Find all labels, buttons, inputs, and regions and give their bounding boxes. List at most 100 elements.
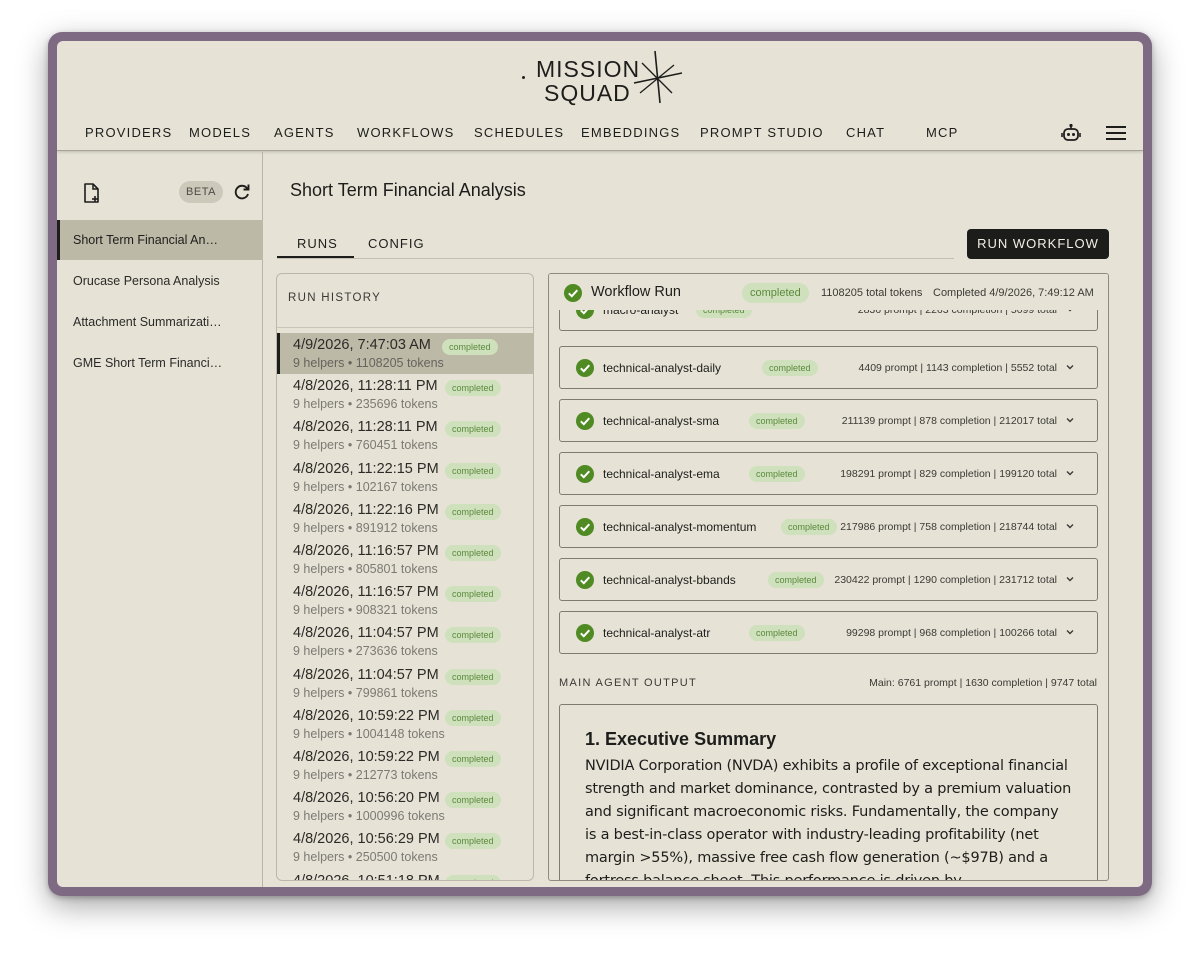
run-status-badge: completed bbox=[445, 380, 501, 397]
run-history-item[interactable]: 4/8/2026, 11:22:16 PM completed 9 helpers … bbox=[277, 498, 533, 539]
helper-status-badge: completed bbox=[768, 572, 824, 588]
run-history-item[interactable]: 4/8/2026, 11:22:15 PM completed 9 helpers … bbox=[277, 457, 533, 498]
run-date: 4/8/2026, 10:56:20 PM bbox=[293, 790, 440, 807]
sidebar-item-gme-short-term-financial[interactable]: GME Short Term Financial Analysis bbox=[57, 343, 263, 383]
helper-token-stats: 217986 prompt | 758 completion | 218744 … bbox=[840, 521, 1057, 533]
top-header: MISSION SQUAD PROVIDERS MODELS AGENTS WO… bbox=[57, 41, 1143, 151]
output-heading: 1. Executive Summary bbox=[585, 729, 777, 749]
run-history-item[interactable]: 4/8/2026, 11:16:57 PM completed 9 helpers … bbox=[277, 539, 533, 580]
helper-row[interactable]: technical-analyst-sma completed 211139 pro… bbox=[559, 399, 1098, 442]
helper-name: technical-analyst-ema bbox=[603, 467, 720, 481]
nav-agents[interactable]: AGENTS bbox=[274, 125, 335, 140]
run-history-item[interactable]: 4/8/2026, 10:56:29 PM completed 9 helpers … bbox=[277, 827, 533, 868]
helper-token-stats: 4409 prompt | 1143 completion | 5552 tot… bbox=[858, 362, 1057, 374]
run-history-item[interactable]: 4/8/2026, 11:04:57 PM completed 9 helpers … bbox=[277, 621, 533, 662]
run-meta: 9 helpers • 273636 tokens bbox=[293, 644, 438, 659]
nav-providers[interactable]: PROVIDERS bbox=[85, 125, 172, 140]
run-status-badge: completed bbox=[445, 833, 501, 850]
run-meta: 9 helpers • 250500 tokens bbox=[293, 850, 438, 865]
helper-status-badge: completed bbox=[781, 519, 837, 535]
main-agent-output-box: 1. Executive Summary NVIDIA Corporation … bbox=[559, 704, 1098, 881]
run-history-item[interactable]: 4/9/2026, 7:47:03 AM completed 9 helpers •… bbox=[277, 333, 533, 374]
chevron-down-icon[interactable] bbox=[1065, 574, 1075, 584]
run-history-item[interactable]: 4/8/2026, 10:51:18 PM completed bbox=[277, 869, 533, 881]
run-history-item[interactable]: 4/8/2026, 11:28:11 PM completed 9 helpers … bbox=[277, 415, 533, 456]
chevron-down-icon[interactable] bbox=[1065, 415, 1075, 425]
run-date: 4/8/2026, 11:04:57 PM bbox=[293, 625, 439, 642]
run-status-badge: completed bbox=[445, 586, 501, 603]
run-date: 4/8/2026, 11:22:15 PM bbox=[293, 460, 439, 477]
helper-token-stats: 230422 prompt | 1290 completion | 231712… bbox=[834, 574, 1057, 586]
helper-row[interactable]: technical-analyst-momentum completed 21798… bbox=[559, 505, 1098, 548]
run-workflow-button[interactable]: RUN WORKFLOW bbox=[967, 229, 1109, 259]
run-history-item[interactable]: 4/8/2026, 11:04:57 PM completed 9 helpers … bbox=[277, 663, 533, 704]
run-meta: 9 helpers • 1108205 tokens bbox=[293, 356, 444, 370]
run-date: 4/8/2026, 11:22:16 PM bbox=[293, 501, 439, 518]
helper-row[interactable]: technical-analyst-bbands completed 230422 … bbox=[559, 558, 1098, 601]
check-circle-icon bbox=[576, 624, 594, 642]
run-date: 4/8/2026, 11:04:57 PM bbox=[293, 666, 439, 683]
run-history-panel: RUN HISTORY 4/9/2026, 7:47:03 AM complete… bbox=[276, 273, 534, 881]
sidebar-item-orucase-persona-analysis[interactable]: Orucase Persona Analysis bbox=[57, 261, 263, 301]
run-history-item[interactable]: 4/8/2026, 10:59:22 PM completed 9 helpers … bbox=[277, 704, 533, 745]
run-date: 4/8/2026, 10:59:22 PM bbox=[293, 707, 440, 724]
run-status-badge: completed bbox=[445, 627, 501, 644]
workflow-run-title: Workflow Run bbox=[591, 284, 681, 300]
helper-row[interactable]: technical-analyst-daily completed 4409 pro… bbox=[559, 346, 1098, 389]
run-meta: 9 helpers • 1000996 tokens bbox=[293, 809, 445, 824]
mission-squad-logo[interactable]: MISSION SQUAD bbox=[520, 49, 690, 105]
chevron-down-icon[interactable] bbox=[1065, 627, 1075, 637]
run-history-item[interactable]: 4/8/2026, 11:28:11 PM completed 9 helpers … bbox=[277, 374, 533, 415]
helper-row[interactable]: technical-analyst-atr completed 99298 prom… bbox=[559, 611, 1098, 654]
tab-runs[interactable]: RUNS bbox=[297, 236, 338, 251]
run-status-badge: completed bbox=[442, 339, 498, 355]
page-title: Short Term Financial Analysis bbox=[290, 180, 526, 200]
workflow-run-panel: macro-analyst completed 2836 prompt | 2263… bbox=[548, 273, 1109, 881]
check-circle-icon bbox=[576, 465, 594, 483]
run-history-item[interactable]: 4/8/2026, 11:16:57 PM completed 9 helpers … bbox=[277, 580, 533, 621]
run-date: 4/8/2026, 11:16:57 PM bbox=[293, 543, 439, 559]
hamburger-menu-icon[interactable] bbox=[1106, 125, 1126, 146]
check-circle-icon bbox=[576, 359, 594, 377]
run-date: 4/8/2026, 11:16:57 PM bbox=[293, 584, 439, 601]
run-date: 4/8/2026, 11:28:11 PM bbox=[293, 378, 438, 395]
run-status-badge: completed bbox=[445, 709, 501, 726]
run-meta: 9 helpers • 760451 tokens bbox=[293, 438, 438, 453]
run-history-item[interactable]: 4/8/2026, 10:56:20 PM completed 9 helpers … bbox=[277, 786, 533, 827]
run-status-badge: completed bbox=[445, 462, 501, 479]
run-meta: 9 helpers • 799861 tokens bbox=[293, 685, 438, 700]
nav-embeddings[interactable]: EMBEDDINGS bbox=[581, 125, 680, 140]
nav-chat[interactable]: CHAT bbox=[846, 125, 885, 140]
run-meta: 9 helpers • 805801 tokens bbox=[293, 562, 438, 576]
chevron-down-icon[interactable] bbox=[1065, 362, 1075, 372]
nav-mcp[interactable]: MCP bbox=[926, 125, 959, 140]
run-meta: 9 helpers • 1004148 tokens bbox=[293, 726, 445, 741]
nav-workflows[interactable]: WORKFLOWS bbox=[357, 125, 454, 140]
run-meta: 9 helpers • 102167 tokens bbox=[293, 479, 438, 494]
helper-row[interactable]: technical-analyst-ema completed 198291 pro… bbox=[559, 452, 1098, 495]
run-meta: 9 helpers • 212773 tokens bbox=[293, 768, 438, 782]
helper-token-stats: 211139 prompt | 878 completion | 212017 … bbox=[841, 415, 1057, 427]
chevron-down-icon[interactable] bbox=[1065, 468, 1075, 478]
sidebar-item-short-term-financial-analysis[interactable]: Short Term Financial Analysis bbox=[57, 220, 263, 260]
workflow-run-header: Workflow Run completed 1108205 total tok… bbox=[549, 274, 1108, 310]
robot-icon[interactable] bbox=[1061, 123, 1081, 148]
helper-status-badge: completed bbox=[762, 360, 818, 376]
run-history-item[interactable]: 4/8/2026, 10:59:22 PM completed 9 helpers … bbox=[277, 745, 533, 786]
helper-name: technical-analyst-momentum bbox=[603, 520, 757, 534]
run-date: 4/8/2026, 10:51:18 PM bbox=[293, 872, 440, 881]
helper-token-stats: 99298 prompt | 968 completion | 100266 t… bbox=[846, 627, 1057, 639]
screenshot-stage: MISSION SQUAD PROVIDERS MODELS AGENTS WO… bbox=[0, 0, 1200, 960]
run-date: 4/9/2026, 7:47:03 AM bbox=[293, 337, 431, 353]
tab-config[interactable]: CONFIG bbox=[368, 236, 425, 251]
chevron-down-icon[interactable] bbox=[1065, 521, 1075, 531]
output-body: NVIDIA Corporation (NVDA) exhibits a pro… bbox=[585, 758, 1072, 881]
nav-models[interactable]: MODELS bbox=[189, 125, 251, 140]
logo-dot bbox=[522, 76, 525, 79]
nav-schedules[interactable]: SCHEDULES bbox=[474, 125, 564, 140]
workflow-completed-time: Completed 4/9/2026, 7:49:12 AM bbox=[933, 287, 1094, 299]
main-agent-output-label: MAIN AGENT OUTPUT bbox=[559, 677, 698, 689]
sidebar-item-attachment-summarization[interactable]: Attachment Summarization bbox=[57, 302, 263, 342]
nav-prompt-studio[interactable]: PROMPT STUDIO bbox=[700, 125, 824, 140]
run-meta: 9 helpers • 235696 tokens bbox=[293, 397, 438, 412]
